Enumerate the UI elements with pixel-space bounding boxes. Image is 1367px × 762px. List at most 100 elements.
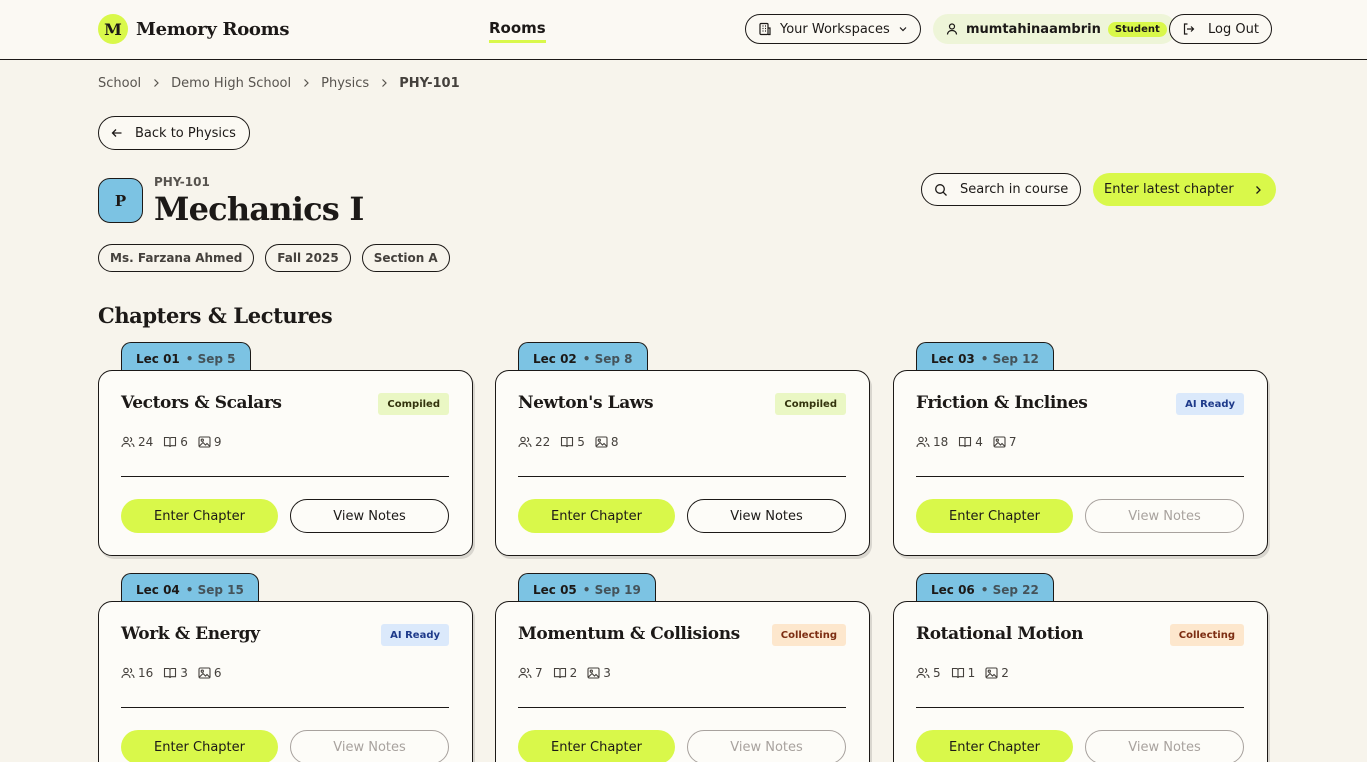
chapter-stats: 5 1 2 bbox=[916, 666, 1009, 680]
back-label: Back to Physics bbox=[135, 125, 236, 141]
images-stat: 2 bbox=[985, 666, 1009, 680]
search-icon bbox=[934, 183, 948, 197]
card-divider bbox=[518, 476, 846, 477]
members-count: 22 bbox=[535, 435, 551, 449]
images-stat: 3 bbox=[587, 666, 611, 680]
nav-rooms-link[interactable]: Rooms bbox=[489, 19, 546, 43]
logout-label: Log Out bbox=[1208, 21, 1259, 37]
enter-chapter-button[interactable]: Enter Chapter bbox=[916, 499, 1073, 533]
status-badge: Collecting bbox=[771, 624, 846, 646]
lectures-stat: 3 bbox=[163, 666, 188, 680]
lectures-stat: 2 bbox=[553, 666, 578, 680]
user-icon bbox=[945, 22, 959, 36]
breadcrumb: School Demo High School Physics PHY-101 bbox=[98, 76, 460, 91]
logout-icon bbox=[1182, 22, 1196, 36]
lecture-date: • Sep 8 bbox=[582, 352, 633, 366]
card-divider bbox=[916, 707, 1244, 708]
breadcrumb-current: PHY-101 bbox=[399, 76, 460, 91]
card-divider bbox=[121, 707, 449, 708]
chapter-title: Friction & Inclines bbox=[916, 393, 1088, 413]
images-count: 7 bbox=[1008, 435, 1017, 449]
card-divider bbox=[121, 476, 449, 477]
workspaces-dropdown[interactable]: Your Workspaces bbox=[745, 14, 921, 44]
book-icon bbox=[553, 667, 567, 679]
members-count: 24 bbox=[138, 435, 154, 449]
book-icon bbox=[560, 436, 574, 448]
lectures-stat: 6 bbox=[163, 435, 188, 449]
status-badge: Compiled bbox=[775, 393, 846, 415]
lectures-count: 2 bbox=[569, 666, 578, 680]
course-code: PHY-101 bbox=[154, 175, 210, 189]
enter-latest-chapter-button[interactable]: Enter latest chapter bbox=[1093, 173, 1276, 206]
lecture-date: • Sep 15 bbox=[185, 583, 244, 597]
members-stat: 24 bbox=[121, 435, 153, 449]
chapter-stats: 24 6 9 bbox=[121, 435, 222, 449]
chapter-card-body: Newton's Laws Compiled 22 5 8 Enter Chapter Vi… bbox=[495, 370, 870, 556]
enter-chapter-button[interactable]: Enter Chapter bbox=[121, 499, 278, 533]
book-icon bbox=[163, 667, 177, 679]
enter-chapter-button[interactable]: Enter Chapter bbox=[518, 499, 675, 533]
chapter-stats: 7 2 3 bbox=[518, 666, 611, 680]
view-notes-button: View Notes bbox=[687, 730, 846, 762]
enter-chapter-button[interactable]: Enter Chapter bbox=[916, 730, 1073, 762]
chapter-card-body: Rotational Motion Collecting 5 1 2 Enter Chap… bbox=[893, 601, 1268, 762]
chapter-title: Newton's Laws bbox=[518, 393, 654, 413]
app-logo[interactable]: M Memory Rooms bbox=[98, 14, 290, 44]
image-icon bbox=[587, 667, 600, 679]
chevron-down-icon bbox=[898, 24, 908, 34]
logout-button[interactable]: Log Out bbox=[1169, 14, 1272, 44]
lecture-number: Lec 03 bbox=[931, 352, 975, 366]
lecture-number: Lec 04 bbox=[136, 583, 180, 597]
role-badge: Student bbox=[1107, 21, 1167, 37]
lecture-date: • Sep 19 bbox=[582, 583, 641, 597]
image-icon bbox=[595, 436, 608, 448]
images-stat: 9 bbox=[198, 435, 222, 449]
lecture-number: Lec 06 bbox=[931, 583, 975, 597]
images-count: 8 bbox=[610, 435, 619, 449]
status-badge: Collecting bbox=[1169, 624, 1244, 646]
top-nav-bar: M Memory Rooms Rooms Your Workspaces mum… bbox=[0, 0, 1367, 60]
members-count: 16 bbox=[138, 666, 154, 680]
back-to-physics-button[interactable]: Back to Physics bbox=[98, 116, 250, 150]
users-icon bbox=[916, 436, 930, 448]
book-icon bbox=[951, 667, 965, 679]
breadcrumb-demo-high-school[interactable]: Demo High School bbox=[171, 76, 291, 91]
images-stat: 7 bbox=[993, 435, 1017, 449]
app-name: Memory Rooms bbox=[136, 18, 290, 40]
enter-chapter-button[interactable]: Enter Chapter bbox=[518, 730, 675, 762]
members-stat: 22 bbox=[518, 435, 550, 449]
images-count: 6 bbox=[213, 666, 222, 680]
chapter-title: Work & Energy bbox=[121, 624, 260, 644]
lecture-date: • Sep 5 bbox=[185, 352, 236, 366]
status-badge: AI Ready bbox=[1176, 393, 1244, 415]
breadcrumb-school[interactable]: School bbox=[98, 76, 141, 91]
users-icon bbox=[121, 667, 135, 679]
view-notes-button[interactable]: View Notes bbox=[687, 499, 846, 533]
users-icon bbox=[518, 436, 532, 448]
image-icon bbox=[985, 667, 998, 679]
chevron-right-icon bbox=[380, 77, 388, 91]
images-stat: 8 bbox=[595, 435, 619, 449]
view-notes-button[interactable]: View Notes bbox=[290, 499, 449, 533]
chapter-card-body: Work & Energy AI Ready 16 3 6 Enter Chapter Vi… bbox=[98, 601, 473, 762]
image-icon bbox=[198, 436, 211, 448]
view-notes-button: View Notes bbox=[1085, 499, 1244, 533]
lecture-date: • Sep 22 bbox=[980, 583, 1039, 597]
breadcrumb-physics[interactable]: Physics bbox=[321, 76, 369, 91]
images-count: 2 bbox=[1001, 666, 1009, 680]
chevron-right-icon bbox=[302, 77, 310, 91]
building-icon bbox=[758, 22, 772, 36]
users-icon bbox=[916, 667, 930, 679]
search-in-course-button[interactable]: Search in course bbox=[921, 173, 1082, 206]
card-divider bbox=[518, 707, 846, 708]
chapter-title: Momentum & Collisions bbox=[518, 624, 740, 644]
lecture-number: Lec 02 bbox=[533, 352, 577, 366]
lecture-number: Lec 01 bbox=[136, 352, 180, 366]
lectures-count: 3 bbox=[180, 666, 188, 680]
lectures-stat: 1 bbox=[951, 666, 975, 680]
user-chip[interactable]: mumtahinaambrin Student bbox=[933, 14, 1176, 44]
images-count: 3 bbox=[603, 666, 611, 680]
lectures-count: 5 bbox=[577, 435, 585, 449]
image-icon bbox=[993, 436, 1006, 448]
enter-chapter-button[interactable]: Enter Chapter bbox=[121, 730, 278, 762]
